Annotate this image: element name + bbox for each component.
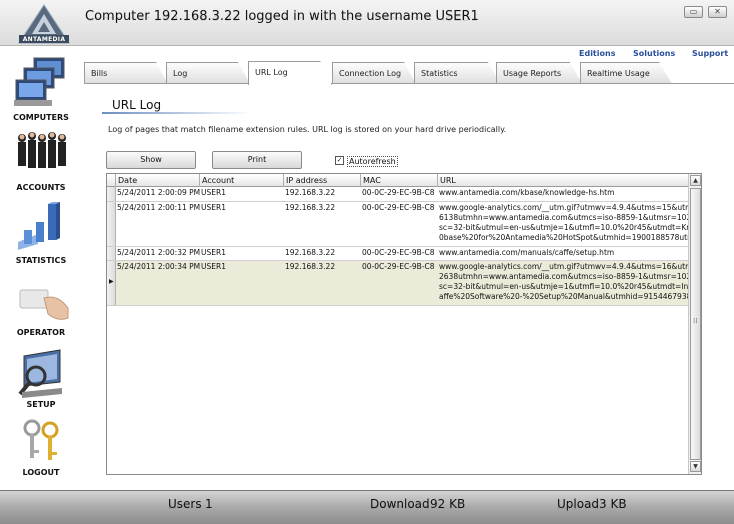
print-button[interactable]: Print bbox=[212, 151, 302, 169]
table-row-selected[interactable]: ▶ 5/24/2011 2:00:34 PM USER1 192.168.3.2… bbox=[107, 261, 689, 306]
scroll-down-icon[interactable]: ▼ bbox=[690, 461, 701, 472]
restore-button[interactable]: ▭ bbox=[684, 6, 703, 18]
logo-text: ANTAMEDIA bbox=[22, 36, 66, 43]
tab-statistics[interactable]: Statistics bbox=[414, 62, 500, 84]
accounts-icon bbox=[18, 132, 66, 168]
row-header[interactable] bbox=[107, 202, 116, 246]
computers-icon bbox=[14, 57, 65, 106]
logout-icon bbox=[23, 419, 59, 460]
column-header-ip[interactable]: IP address bbox=[284, 174, 361, 187]
cell-account: USER1 bbox=[201, 248, 226, 257]
tab-bills[interactable]: Bills bbox=[84, 62, 168, 84]
table-row[interactable]: 5/24/2011 2:00:32 PM USER1 192.168.3.22 … bbox=[107, 247, 689, 261]
cell-ip: 192.168.3.22 bbox=[285, 203, 336, 212]
cell-account: USER1 bbox=[201, 262, 226, 271]
sidebar-item-logout[interactable]: LOGOUT bbox=[0, 418, 82, 488]
upload-value: 3 KB bbox=[599, 497, 627, 511]
header-corner bbox=[107, 174, 116, 187]
sidebar: COMPUTERS ACCOUNTS STATISTICS OPERATOR S… bbox=[0, 46, 82, 490]
cell-url: www.google-analytics.com/__utm.gif?utmwv… bbox=[439, 262, 689, 301]
column-header-mac[interactable]: MAC bbox=[361, 174, 438, 187]
title-underline bbox=[102, 112, 252, 114]
cell-url: www.google-analytics.com/__utm.gif?utmwv… bbox=[439, 203, 689, 242]
tab-log[interactable]: Log bbox=[166, 62, 250, 84]
cell-ip: 192.168.3.22 bbox=[285, 248, 336, 257]
scroll-up-icon[interactable]: ▲ bbox=[690, 175, 701, 186]
sidebar-item-accounts[interactable]: ACCOUNTS bbox=[0, 126, 82, 196]
status-bar: Users 1 Users Download 92 KB Download Up… bbox=[0, 490, 734, 524]
sidebar-item-label: OPERATOR bbox=[16, 328, 66, 337]
content-panel: URL Log Log of pages that match filename… bbox=[84, 83, 734, 490]
tab-connection-log[interactable]: Connection Log bbox=[332, 62, 416, 84]
cell-mac: 00-0C-29-EC-9B-C8 bbox=[362, 262, 435, 271]
sidebar-item-operator[interactable]: OPERATOR bbox=[0, 278, 82, 348]
operator-icon bbox=[19, 289, 69, 320]
tab-usage-reports[interactable]: Usage Reports bbox=[496, 62, 582, 84]
statistics-icon bbox=[18, 202, 60, 250]
url-log-grid: Date Account IP address MAC URL 5/24/201… bbox=[106, 173, 702, 475]
sidebar-item-label: SETUP bbox=[26, 400, 56, 409]
table-row[interactable]: 5/24/2011 2:00:11 PM USER1 192.168.3.22 … bbox=[107, 202, 689, 247]
cell-url: www.antamedia.com/manuals/caffe/setup.ht… bbox=[439, 248, 615, 257]
cell-date: 5/24/2011 2:00:32 PM bbox=[117, 248, 200, 257]
users-value: 1 bbox=[205, 497, 213, 511]
column-header-url[interactable]: URL bbox=[438, 174, 689, 187]
cell-account: USER1 bbox=[201, 203, 226, 212]
sidebar-item-setup[interactable]: SETUP bbox=[0, 348, 82, 418]
tab-url-log[interactable]: URL Log bbox=[248, 61, 332, 85]
setup-icon bbox=[18, 349, 62, 398]
sidebar-item-label: ACCOUNTS bbox=[16, 183, 66, 192]
support-link[interactable]: Support bbox=[692, 49, 728, 58]
sidebar-item-computers[interactable]: COMPUTERS bbox=[0, 54, 82, 124]
autorefresh-label[interactable]: Autorefresh bbox=[347, 156, 398, 167]
page-title: URL Log bbox=[112, 98, 162, 112]
download-label-reflection: Download bbox=[370, 504, 430, 511]
upload-label-reflection: Upload bbox=[557, 504, 600, 511]
solutions-link[interactable]: Solutions bbox=[633, 49, 675, 58]
cell-ip: 192.168.3.22 bbox=[285, 262, 336, 271]
autorefresh-checkbox[interactable]: ✓ bbox=[335, 156, 344, 165]
title-bar: ANTAMEDIA Computer 192.168.3.22 logged i… bbox=[0, 0, 734, 46]
cell-account: USER1 bbox=[201, 188, 226, 197]
sidebar-item-statistics[interactable]: STATISTICS bbox=[0, 200, 82, 270]
current-row-arrow-icon: ▶ bbox=[109, 278, 114, 285]
grid-vertical-scrollbar[interactable]: ▲ ⁞⁞ ▼ bbox=[688, 174, 701, 474]
close-button[interactable]: ✕ bbox=[708, 6, 727, 18]
sidebar-item-label: LOGOUT bbox=[22, 468, 60, 477]
editions-link[interactable]: Editions bbox=[579, 49, 615, 58]
page-description: Log of pages that match filename extensi… bbox=[108, 125, 507, 134]
users-label-reflection: Users bbox=[168, 504, 202, 511]
row-header[interactable] bbox=[107, 187, 116, 201]
row-header[interactable]: ▶ bbox=[107, 261, 116, 305]
sidebar-item-label: COMPUTERS bbox=[13, 113, 69, 122]
table-row[interactable]: 5/24/2011 2:00:09 PM USER1 192.168.3.22 … bbox=[107, 187, 689, 202]
column-header-date[interactable]: Date bbox=[116, 174, 200, 187]
cell-ip: 192.168.3.22 bbox=[285, 188, 336, 197]
row-header[interactable] bbox=[107, 247, 116, 260]
tab-realtime-usage[interactable]: Realtime Usage bbox=[580, 62, 672, 84]
cell-mac: 00-0C-29-EC-9B-C8 bbox=[362, 203, 435, 212]
download-value: 92 KB bbox=[430, 497, 466, 511]
cell-mac: 00-0C-29-EC-9B-C8 bbox=[362, 248, 435, 257]
show-button[interactable]: Show bbox=[106, 151, 196, 169]
window-title-reflection: Computer 192.168.3.22 logged in with the… bbox=[85, 14, 479, 22]
cell-date: 5/24/2011 2:00:09 PM bbox=[117, 188, 200, 197]
column-header-account[interactable]: Account bbox=[200, 174, 284, 187]
grid-header: Date Account IP address MAC URL bbox=[107, 174, 689, 187]
scroll-thumb[interactable]: ⁞⁞ bbox=[690, 188, 701, 460]
cell-date: 5/24/2011 2:00:34 PM bbox=[117, 262, 200, 271]
grip-icon: ⁞⁞ bbox=[693, 317, 698, 325]
sidebar-item-label: STATISTICS bbox=[15, 256, 67, 265]
cell-date: 5/24/2011 2:00:11 PM bbox=[117, 203, 200, 212]
cell-mac: 00-0C-29-EC-9B-C8 bbox=[362, 188, 435, 197]
cell-url: www.antamedia.com/kbase/knowledge-hs.htm bbox=[439, 188, 615, 197]
